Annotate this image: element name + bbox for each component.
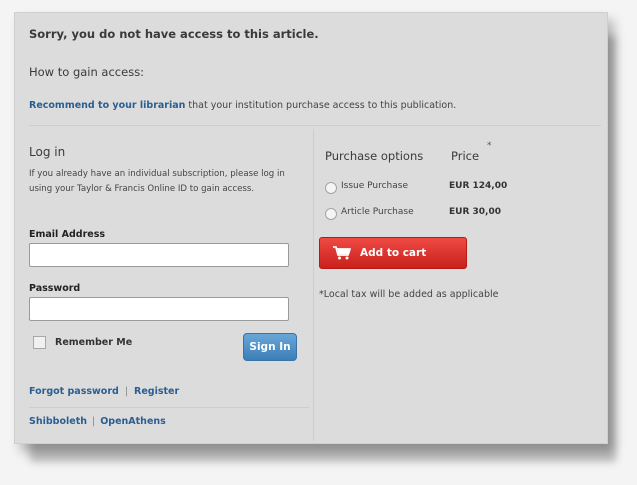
price-heading: Price xyxy=(451,149,480,163)
email-label: Email Address xyxy=(29,229,106,240)
register-link[interactable]: Register xyxy=(134,386,179,397)
issue-purchase-price: EUR 124,00 xyxy=(449,181,508,191)
how-to-gain-access-heading: How to gain access: xyxy=(29,65,145,79)
link-separator: | xyxy=(124,386,129,397)
openathens-link[interactable]: OpenAthens xyxy=(100,416,166,427)
section-divider xyxy=(29,125,601,126)
column-divider xyxy=(313,129,314,441)
forgot-password-link[interactable]: Forgot password xyxy=(29,386,119,397)
purchase-options-heading: Purchase options xyxy=(325,149,424,163)
article-purchase-price: EUR 30,00 xyxy=(449,207,501,217)
link-separator: | xyxy=(92,416,96,427)
email-field[interactable] xyxy=(29,243,289,267)
recommend-text: that your institution purchase access to… xyxy=(185,100,457,111)
password-label: Password xyxy=(29,283,81,294)
add-to-cart-label: Add to cart xyxy=(360,247,427,259)
institutional-login-links: Shibboleth | OpenAthens xyxy=(29,416,166,427)
login-heading: Log in xyxy=(29,145,66,159)
add-to-cart-button[interactable]: Add to cart xyxy=(319,237,467,269)
shibboleth-link[interactable]: Shibboleth xyxy=(29,416,87,427)
issue-purchase-label: Issue Purchase xyxy=(341,181,409,191)
issue-purchase-radio[interactable] xyxy=(325,182,337,194)
remember-me-label: Remember Me xyxy=(55,337,133,348)
recommend-line: Recommend to your librarian that your in… xyxy=(29,100,456,111)
sign-in-button[interactable]: Sign In xyxy=(243,333,297,361)
shopping-cart-icon xyxy=(333,246,351,260)
account-links: Forgot password | Register xyxy=(29,386,179,397)
password-field[interactable] xyxy=(29,297,289,321)
tax-note: *Local tax will be added as applicable xyxy=(319,289,499,300)
remember-me-checkbox[interactable] xyxy=(33,336,46,349)
access-panel: Sorry, you do not have access to this ar… xyxy=(14,12,608,444)
login-description: If you already have an individual subscr… xyxy=(29,169,285,194)
access-denied-title: Sorry, you do not have access to this ar… xyxy=(29,27,319,41)
price-footnote-marker: * xyxy=(487,141,492,151)
login-links-divider xyxy=(29,407,309,408)
recommend-librarian-link[interactable]: Recommend to your librarian xyxy=(29,100,185,111)
article-purchase-radio[interactable] xyxy=(325,208,337,220)
article-purchase-label: Article Purchase xyxy=(341,207,414,217)
